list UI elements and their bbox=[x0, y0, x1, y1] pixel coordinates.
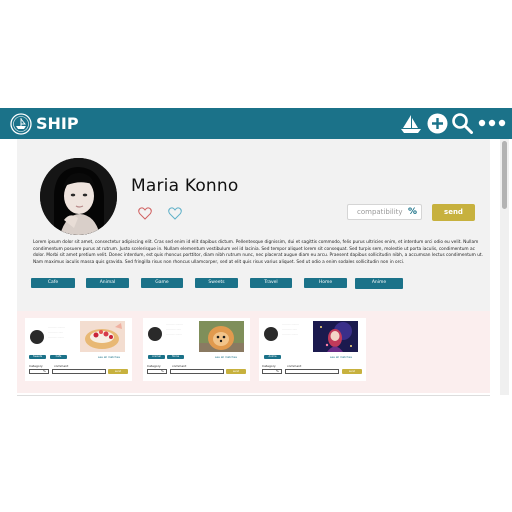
comment-input[interactable] bbox=[285, 369, 339, 374]
post-tag[interactable]: Cafe bbox=[50, 355, 67, 359]
field-label: Category bbox=[147, 364, 161, 368]
post-preview-text: ········· ········ ·········· ····· ······… bbox=[282, 322, 300, 336]
see-matches-link[interactable]: see all matches bbox=[215, 355, 237, 359]
ship-seal-icon[interactable] bbox=[9, 112, 33, 136]
field-label: comment bbox=[54, 364, 69, 368]
post-tag[interactable]: Anime bbox=[264, 355, 281, 359]
heart-outline-icon[interactable] bbox=[138, 207, 152, 220]
category-input[interactable] bbox=[29, 369, 49, 374]
post-preview-text: ········· ········ ·········· ····· ······… bbox=[48, 325, 66, 339]
tag-game[interactable]: Game bbox=[141, 278, 183, 288]
profile-photo bbox=[40, 158, 117, 235]
post-avatar bbox=[148, 327, 162, 341]
field-label: comment bbox=[172, 364, 187, 368]
post-tag[interactable]: Sweets bbox=[29, 355, 46, 359]
dessert-photo[interactable] bbox=[80, 321, 125, 352]
field-label: comment bbox=[287, 364, 302, 368]
heart-outline-blue-icon[interactable] bbox=[168, 207, 182, 220]
sailboat-icon[interactable] bbox=[400, 114, 422, 134]
comment-input[interactable] bbox=[52, 369, 106, 374]
percent-label: % bbox=[276, 369, 279, 373]
tag-cafe[interactable]: Cafe bbox=[31, 278, 75, 288]
field-label: Category bbox=[262, 364, 276, 368]
plus-circle-icon[interactable] bbox=[427, 113, 448, 134]
post-avatar bbox=[30, 330, 44, 344]
anime-art-photo[interactable] bbox=[313, 321, 358, 352]
see-matches-link[interactable]: see all matches bbox=[330, 355, 352, 359]
send-button[interactable]: send bbox=[108, 369, 128, 374]
tag-animal[interactable]: Animal bbox=[86, 278, 129, 288]
profile-avatar bbox=[40, 158, 117, 235]
send-button[interactable]: send bbox=[432, 204, 475, 221]
compatibility-placeholder: compatibility bbox=[357, 208, 403, 216]
profile-name: Maria Konno bbox=[131, 176, 239, 196]
field-label: Category bbox=[29, 364, 43, 368]
category-input[interactable] bbox=[147, 369, 167, 374]
divider bbox=[17, 395, 490, 396]
post-avatar bbox=[264, 327, 278, 341]
send-button[interactable]: send bbox=[342, 369, 362, 374]
tag-anime[interactable]: Anime bbox=[355, 278, 403, 289]
search-icon[interactable] bbox=[451, 112, 473, 134]
percent-label: % bbox=[43, 369, 46, 373]
post-tag[interactable]: Animal bbox=[148, 355, 165, 359]
post-preview-text: ········· ········ ·········· ····· ······… bbox=[166, 322, 184, 336]
comment-input[interactable] bbox=[170, 369, 224, 374]
tag-travel[interactable]: Travel bbox=[250, 278, 292, 288]
percent-label: % bbox=[161, 369, 164, 373]
scrollbar-thumb[interactable] bbox=[502, 141, 507, 209]
tag-home[interactable]: Home bbox=[304, 278, 347, 288]
puppy-photo[interactable] bbox=[199, 321, 244, 352]
send-button[interactable]: send bbox=[226, 369, 246, 374]
percent-label: % bbox=[408, 207, 418, 217]
see-matches-link[interactable]: see all matches bbox=[98, 355, 120, 359]
post-tag[interactable]: Home bbox=[167, 355, 184, 359]
tag-sweets[interactable]: Sweets bbox=[195, 278, 238, 288]
brand-name[interactable]: SHIP bbox=[36, 112, 79, 136]
more-dots-icon[interactable] bbox=[478, 112, 506, 134]
category-input[interactable] bbox=[262, 369, 282, 374]
profile-bio: Lorem ipsum dolor sit amet, consectetur … bbox=[33, 240, 483, 266]
